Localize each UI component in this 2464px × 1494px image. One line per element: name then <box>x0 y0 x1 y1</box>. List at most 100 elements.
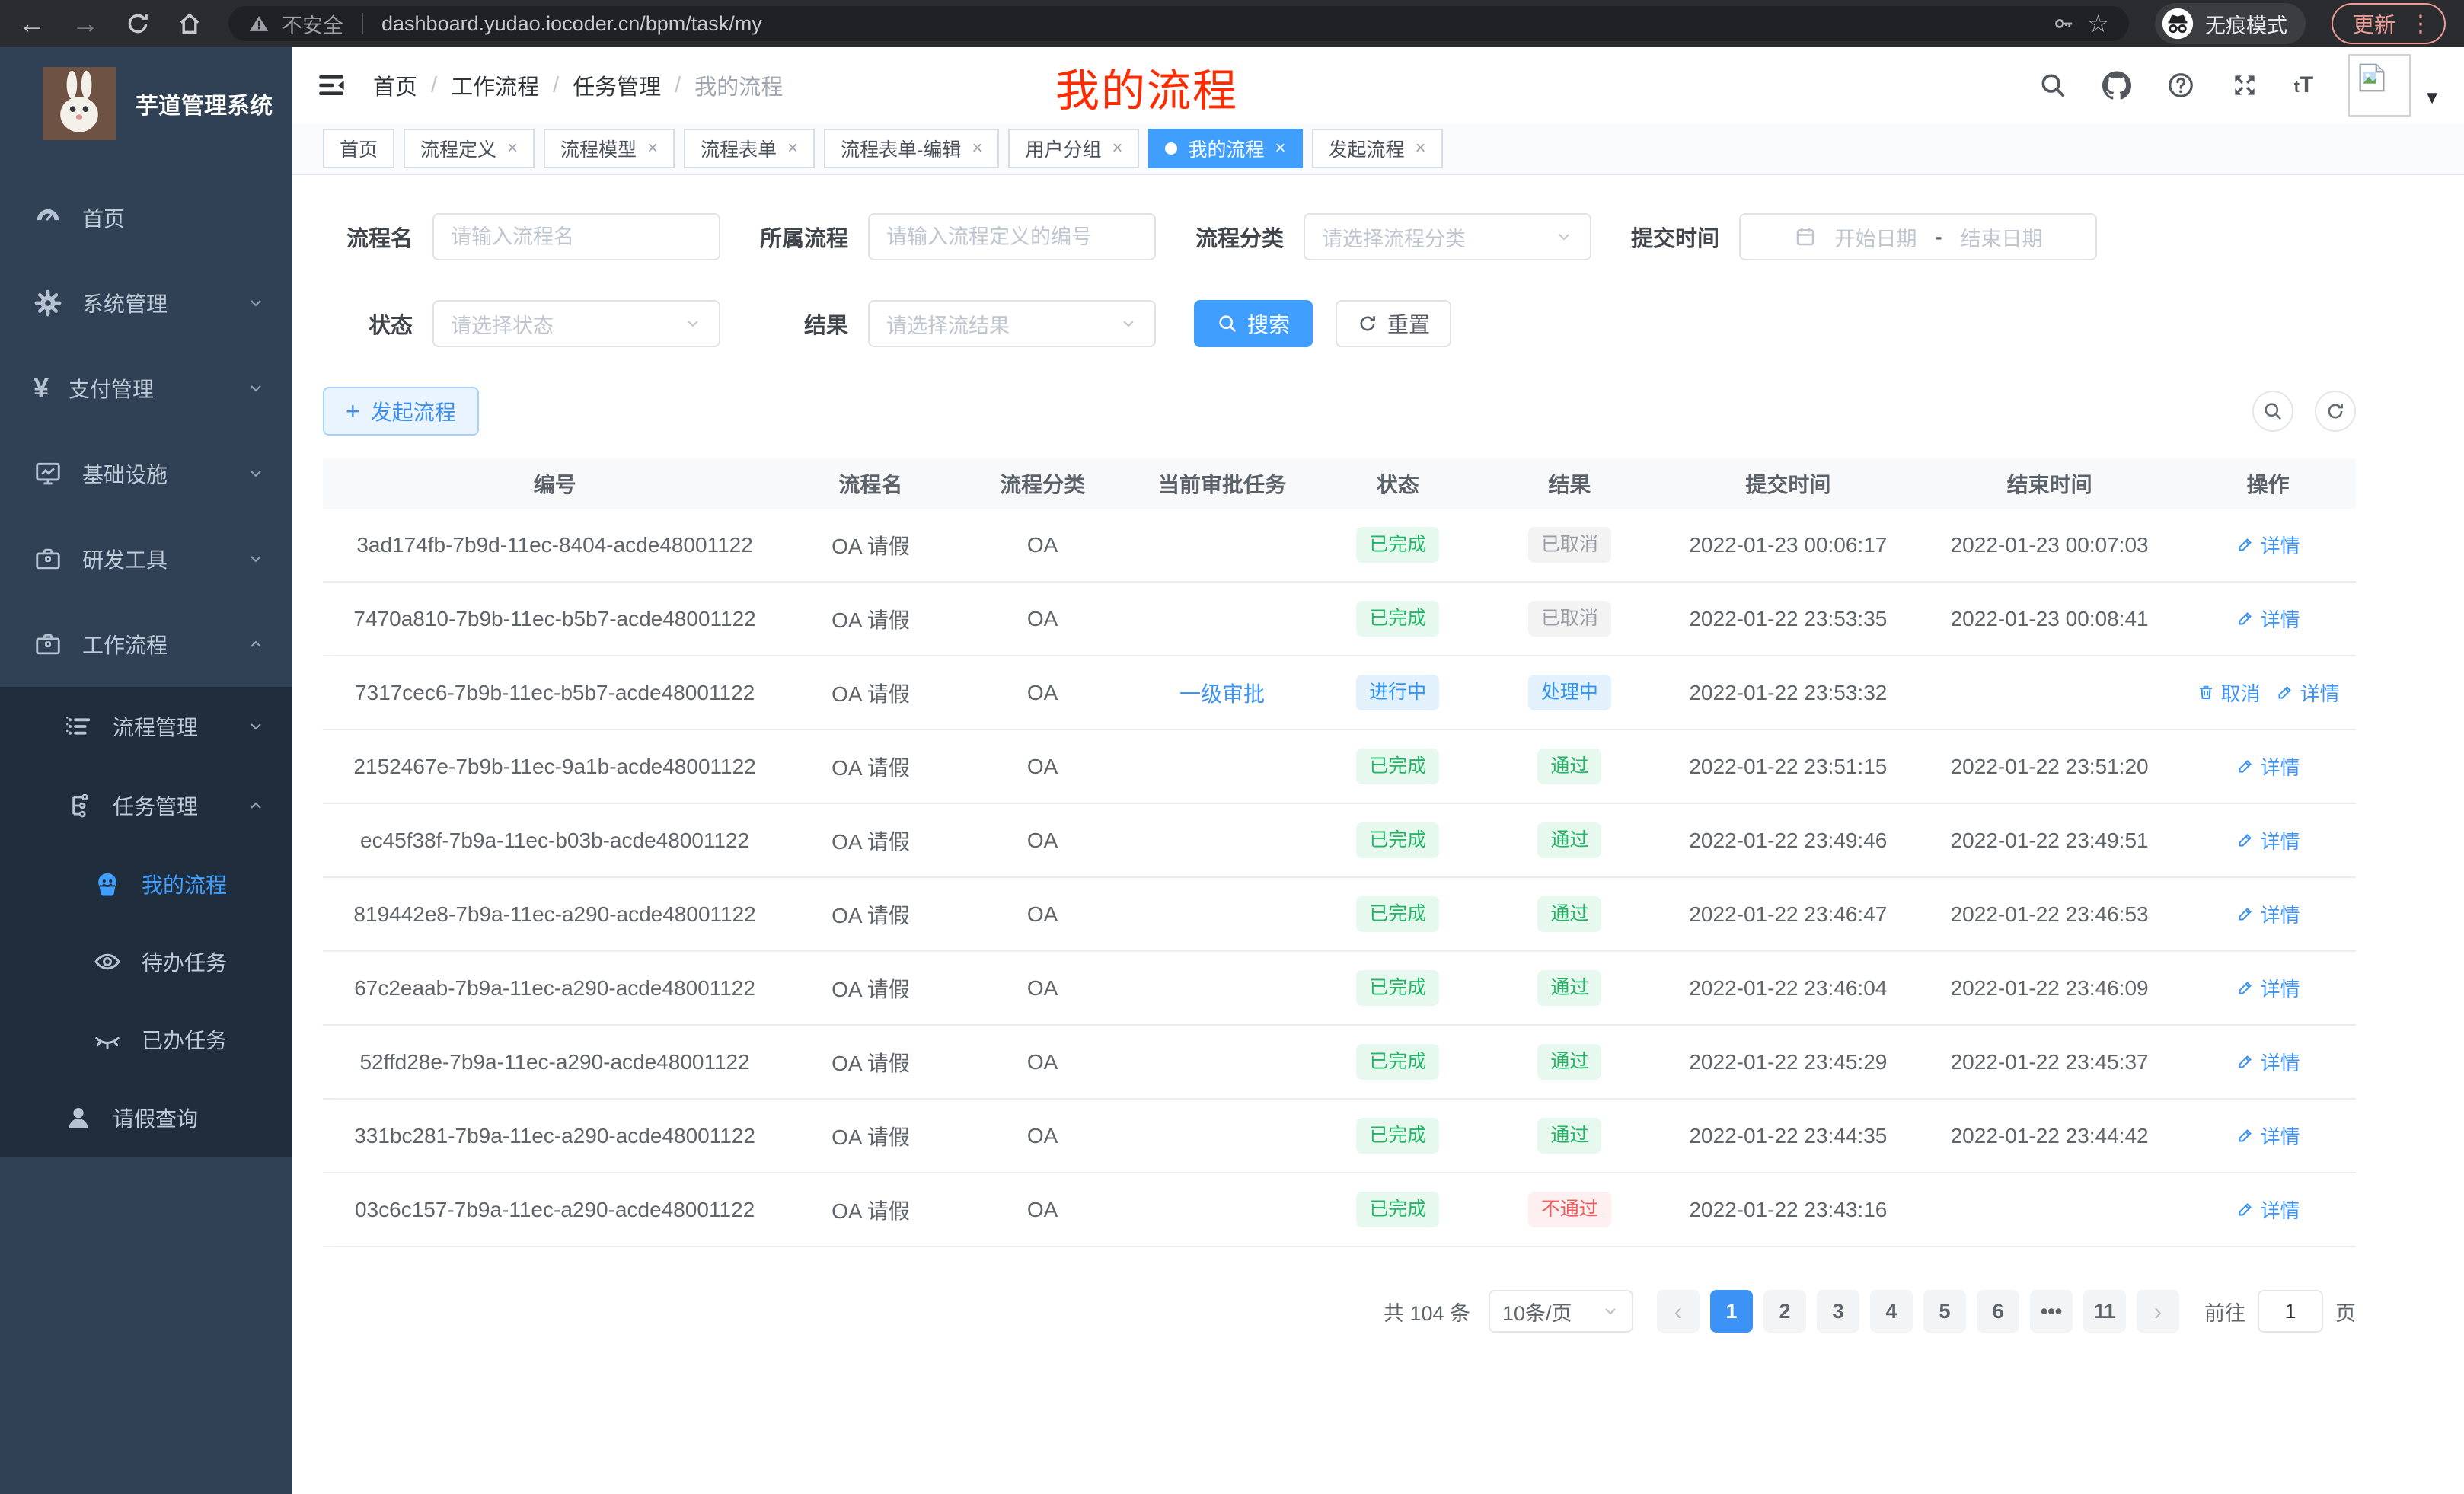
detail-link[interactable]: 详情 <box>2276 678 2340 707</box>
breadcrumb-item-1[interactable]: 工作流程 <box>451 69 539 101</box>
sidebar-item-workflow[interactable]: 工作流程 <box>0 602 292 687</box>
warning-icon <box>248 13 270 34</box>
tab-process-form[interactable]: 流程表单× <box>684 129 815 168</box>
sidebar-item-home[interactable]: 首页 <box>0 175 292 260</box>
reset-button[interactable]: 重置 <box>1336 300 1451 347</box>
goto-page-input[interactable] <box>2258 1290 2323 1333</box>
detail-link[interactable]: 详情 <box>2236 826 2300 854</box>
tab-my-process[interactable]: 我的流程× <box>1148 129 1302 168</box>
detail-link[interactable]: 详情 <box>2236 531 2300 559</box>
status-select[interactable]: 请选择状态 <box>432 300 720 347</box>
github-icon[interactable] <box>2102 71 2131 100</box>
sidebar-item-system[interactable]: 系统管理 <box>0 260 292 346</box>
status-badge: 进行中 <box>1356 675 1439 710</box>
cell-end-time: 2022-01-23 00:08:41 <box>1919 607 2180 631</box>
search-icon[interactable] <box>2038 71 2067 100</box>
tab-user-group[interactable]: 用户分组× <box>1008 129 1139 168</box>
collapse-menu-icon[interactable] <box>315 69 347 101</box>
close-icon[interactable]: × <box>1416 138 1426 159</box>
bookmark-star-icon[interactable]: ☆ <box>2087 9 2109 38</box>
sidebar-item-devtools[interactable]: 研发工具 <box>0 516 292 602</box>
sidebar: 芋道管理系统 首页系统管理¥支付管理基础设施研发工具工作流程流程管理任务管理我的… <box>0 47 292 1494</box>
cell-status: 已完成 <box>1313 1192 1482 1227</box>
navbar-actions: tT ▼ <box>2038 54 2441 117</box>
sidebar-item-done-tasks[interactable]: 已办任务 <box>0 1001 292 1078</box>
app-title: 芋道管理系统 <box>136 87 273 120</box>
help-icon[interactable] <box>2166 71 2195 100</box>
search-button[interactable]: 搜索 <box>1194 300 1313 347</box>
detail-link[interactable]: 详情 <box>2236 752 2300 781</box>
fullscreen-icon[interactable] <box>2230 71 2259 100</box>
tab-process-form-edit[interactable]: 流程表单-编辑× <box>824 129 999 168</box>
sidebar-item-my-process[interactable]: 我的流程 <box>0 845 292 923</box>
date-range-picker[interactable]: 开始日期 - 结束日期 <box>1739 213 2097 260</box>
tab-home[interactable]: 首页 <box>323 129 394 168</box>
reload-icon[interactable] <box>125 11 151 37</box>
cell-id: 2152467e-7b9b-11ec-9a1b-acde48001122 <box>323 755 787 779</box>
detail-link[interactable]: 详情 <box>2236 1048 2300 1076</box>
category-select[interactable]: 请选择流程分类 <box>1304 213 1591 260</box>
start-process-button[interactable]: + 发起流程 <box>323 387 479 436</box>
process-name-input[interactable] <box>451 225 702 249</box>
incognito-badge: 无痕模式 <box>2155 3 2306 44</box>
tab-start-process[interactable]: 发起流程× <box>1312 129 1443 168</box>
avatar[interactable] <box>2348 54 2411 117</box>
page-button-2[interactable]: 2 <box>1763 1290 1806 1333</box>
close-icon[interactable]: × <box>1112 138 1122 159</box>
sidebar-item-todo-tasks[interactable]: 待办任务 <box>0 923 292 1001</box>
cell-end-time: 2022-01-22 23:51:20 <box>1919 755 2180 779</box>
tab-process-def[interactable]: 流程定义× <box>404 129 535 168</box>
browser-menu-icon[interactable]: ⋮ <box>2409 11 2432 37</box>
close-icon[interactable]: × <box>972 138 982 159</box>
more-pages-button[interactable]: ••• <box>2030 1290 2073 1333</box>
back-icon[interactable]: ← <box>18 10 46 37</box>
sidebar-item-leave-query[interactable]: 请假查询 <box>0 1078 292 1157</box>
page-button-4[interactable]: 4 <box>1870 1290 1913 1333</box>
toggle-search-button[interactable] <box>2252 391 2293 432</box>
detail-link[interactable]: 详情 <box>2236 605 2300 633</box>
end-date-placeholder[interactable]: 结束日期 <box>1961 222 2043 252</box>
refresh-table-button[interactable] <box>2315 391 2356 432</box>
cancel-link[interactable]: 取消 <box>2197 678 2261 707</box>
page-button-1[interactable]: 1 <box>1710 1290 1753 1333</box>
home-icon[interactable] <box>177 11 203 37</box>
detail-link[interactable]: 详情 <box>2236 1196 2300 1224</box>
font-size-icon[interactable]: tT <box>2294 72 2314 98</box>
tab-process-model[interactable]: 流程模型× <box>544 129 675 168</box>
close-icon[interactable]: × <box>647 138 658 159</box>
update-button[interactable]: 更新 ⋮ <box>2332 3 2446 44</box>
sidebar-item-process-mgmt[interactable]: 流程管理 <box>0 687 292 766</box>
per-page-select[interactable]: 10条/页 <box>1489 1290 1633 1333</box>
cell-status: 已完成 <box>1313 822 1482 858</box>
page-button-5[interactable]: 5 <box>1923 1290 1966 1333</box>
next-page-button[interactable]: › <box>2137 1290 2179 1333</box>
page-button-6[interactable]: 6 <box>1977 1290 2019 1333</box>
url-bar[interactable]: 不安全 dashboard.yudao.iocoder.cn/bpm/task/… <box>228 6 2129 41</box>
task-link[interactable]: 一级审批 <box>1179 682 1265 706</box>
sidebar-item-infra[interactable]: 基础设施 <box>0 431 292 516</box>
sidebar-item-task-mgmt[interactable]: 任务管理 <box>0 766 292 845</box>
start-date-placeholder[interactable]: 开始日期 <box>1835 222 1917 252</box>
breadcrumb-item-2[interactable]: 任务管理 <box>573 69 661 101</box>
page-button-11[interactable]: 11 <box>2083 1290 2126 1333</box>
forward-icon[interactable]: → <box>72 10 99 37</box>
close-icon[interactable]: × <box>1275 138 1286 159</box>
detail-link[interactable]: 详情 <box>2236 900 2300 928</box>
close-icon[interactable]: × <box>787 138 798 159</box>
process-definition-input[interactable] <box>886 225 1138 249</box>
sidebar-item-label: 支付管理 <box>69 373 154 404</box>
breadcrumb-item-0[interactable]: 首页 <box>373 69 417 101</box>
detail-link[interactable]: 详情 <box>2236 974 2300 1002</box>
password-key-icon[interactable] <box>2052 12 2075 35</box>
logo-row[interactable]: 芋道管理系统 <box>0 47 292 148</box>
result-select[interactable]: 请选择流结果 <box>868 300 1156 347</box>
filter-result-label: 结果 <box>758 308 848 340</box>
prev-page-button[interactable]: ‹ <box>1657 1290 1700 1333</box>
sidebar-item-payment[interactable]: ¥支付管理 <box>0 346 292 431</box>
avatar-caret-icon[interactable]: ▼ <box>2423 88 2441 109</box>
page-button-3[interactable]: 3 <box>1817 1290 1859 1333</box>
close-icon[interactable]: × <box>507 138 518 159</box>
security-label[interactable]: 不安全 <box>282 9 343 39</box>
detail-link[interactable]: 详情 <box>2236 1122 2300 1150</box>
url-text[interactable]: dashboard.yudao.iocoder.cn/bpm/task/my <box>381 12 762 36</box>
